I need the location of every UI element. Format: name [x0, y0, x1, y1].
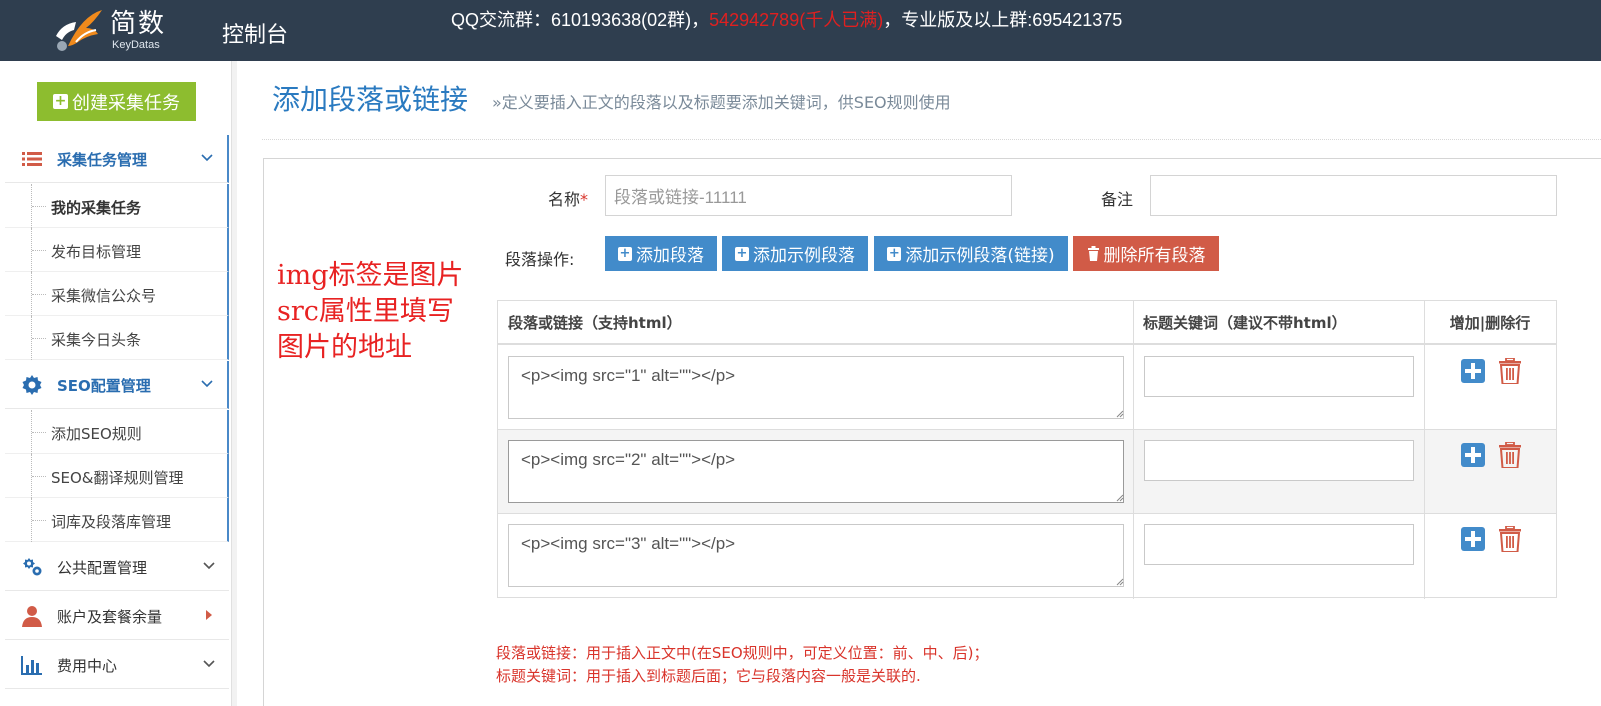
add-sample-link-label: 添加示例段落(链接) — [905, 246, 1055, 266]
delete-row-icon[interactable] — [1498, 526, 1522, 552]
list-icon — [22, 152, 42, 166]
sidebar-group-label: 费用中心 — [57, 657, 118, 675]
add-paragraph-label: 添加段落 — [636, 246, 704, 266]
sidebar-item-label: 发布目标管理 — [51, 243, 142, 261]
sidebar-item-seo-translate-rules[interactable]: SEO&翻译规则管理 — [5, 454, 229, 498]
paragraph-textarea[interactable]: <p><img src="2" alt=""></p> — [508, 440, 1124, 503]
resize-grip-icon[interactable] — [1115, 577, 1124, 586]
sidebar-item-my-tasks[interactable]: 我的采集任务 — [5, 184, 229, 228]
plus-square-icon: + — [735, 245, 749, 261]
sidebar-group-billing[interactable]: 费用中心 — [5, 641, 229, 689]
keyword-input[interactable] — [1144, 440, 1414, 481]
add-sample-link-button[interactable]: + 添加示例段落(链接) — [874, 236, 1068, 271]
keyword-input[interactable] — [1144, 524, 1414, 565]
sidebar-group-account[interactable]: 账户及套餐余量 — [5, 592, 229, 640]
plus-square-icon: + — [618, 245, 632, 261]
notice-text-1: QQ交流群：610193638(02群)， — [451, 10, 710, 30]
column-header-actions: 增加|删除行 — [1424, 301, 1556, 345]
sidebar-item-label: 词库及段落库管理 — [51, 513, 172, 531]
annotation-note: img标签是图片 src属性里填写 图片的地址 — [277, 258, 497, 366]
keydatas-logo[interactable]: 简数 KeyDatas — [52, 6, 192, 54]
logo-subtext: KeyDatas — [112, 39, 160, 51]
add-sample-paragraph-button[interactable]: + 添加示例段落 — [722, 236, 868, 271]
help-note-paragraph: 段落或链接：用于插入正文中(在SEO规则中，可定义位置：前、中、后)； — [496, 644, 989, 662]
caret-right-icon — [206, 610, 212, 620]
sidebar-item-label: 采集今日头条 — [51, 331, 142, 349]
sidebar-group-public-config[interactable]: 公共配置管理 — [5, 543, 229, 591]
sidebar-item-toutiao[interactable]: 采集今日头条 — [5, 316, 229, 360]
sidebar-scrollbar[interactable] — [231, 61, 237, 706]
plus-square-icon: + — [53, 93, 68, 109]
gears-icon — [23, 558, 42, 576]
paragraph-table: 段落或链接（支持html） 标题关键词（建议不带html） 增加|删除行 <p>… — [497, 300, 1557, 599]
delete-row-icon[interactable] — [1498, 442, 1522, 468]
table-row: <p><img src="2" alt=""></p> — [498, 430, 1556, 514]
bar-chart-icon — [21, 656, 42, 675]
trash-icon — [1087, 246, 1099, 261]
annotation-line: src属性里填写 — [277, 296, 454, 327]
table-row: <p><img src="3" alt=""></p> — [498, 514, 1556, 598]
name-label: 名称* — [548, 190, 589, 209]
qq-group-notice: QQ交流群：610193638(02群)，542942789(千人已满)，专业版… — [451, 6, 1122, 32]
delete-all-paragraphs-button[interactable]: 删除所有段落 — [1073, 236, 1219, 271]
sidebar-item-label: 添加SEO规则 — [51, 425, 142, 443]
add-row-icon[interactable] — [1461, 359, 1485, 383]
sidebar-item-lexicon-library[interactable]: 词库及段落库管理 — [5, 498, 229, 542]
notice-text-2: ，专业版及以上群:695421375 — [883, 10, 1123, 30]
table-row: <p><img src="1" alt=""></p> — [498, 346, 1556, 430]
sidebar-group-seo[interactable]: SEO配置管理 — [5, 361, 229, 409]
add-row-icon[interactable] — [1461, 443, 1485, 467]
create-task-button[interactable]: + 创建采集任务 — [37, 82, 196, 121]
page-subtitle: »定义要插入正文的段落以及标题要添加关键词，供SEO规则使用 — [492, 93, 951, 112]
paragraph-ops-label: 段落操作: — [505, 250, 575, 269]
annotation-line: 图片的地址 — [277, 332, 412, 363]
required-mark: * — [580, 190, 589, 209]
sidebar-item-label: 我的采集任务 — [51, 199, 142, 217]
sidebar-group-label: 账户及套餐余量 — [57, 608, 163, 626]
sidebar-item-publish-targets[interactable]: 发布目标管理 — [5, 228, 229, 272]
notice-text-full-group: 542942789(千人已满) — [709, 10, 884, 30]
top-navbar: 简数 KeyDatas 控制台 QQ交流群：610193638(02群)，542… — [0, 0, 1601, 61]
sidebar-group-label: 公共配置管理 — [57, 559, 148, 577]
paragraph-textarea[interactable]: <p><img src="1" alt=""></p> — [508, 356, 1124, 419]
sidebar-item-label: 采集微信公众号 — [51, 287, 157, 305]
column-header-keyword: 标题关键词（建议不带html） — [1133, 301, 1424, 345]
chevron-down-icon — [201, 380, 213, 388]
add-sample-label: 添加示例段落 — [753, 246, 855, 266]
sidebar-item-label: SEO&翻译规则管理 — [51, 469, 184, 487]
sidebar: + 创建采集任务 采集任务管理 我的采集任务 发布目标管理 采集微信公众号 采集… — [0, 61, 232, 706]
console-link[interactable]: 控制台 — [222, 17, 288, 49]
delete-all-label: 删除所有段落 — [1103, 246, 1206, 266]
resize-grip-icon[interactable] — [1115, 493, 1124, 502]
remark-label: 备注 — [1101, 190, 1134, 209]
annotation-line: img标签是图片 — [277, 260, 464, 291]
column-header-paragraph: 段落或链接（支持html） — [498, 301, 1133, 345]
keyword-input[interactable] — [1144, 356, 1414, 397]
sidebar-group-task-management[interactable]: 采集任务管理 — [5, 135, 229, 183]
name-input[interactable]: 段落或链接-11111 — [605, 175, 1012, 216]
resize-grip-icon[interactable] — [1115, 409, 1124, 418]
remark-input[interactable] — [1150, 175, 1557, 216]
gear-icon — [22, 375, 42, 395]
page-title: 添加段落或链接 — [272, 83, 469, 116]
sidebar-item-add-seo-rule[interactable]: 添加SEO规则 — [5, 410, 229, 454]
add-paragraph-button[interactable]: + 添加段落 — [605, 236, 717, 271]
paragraph-textarea[interactable]: <p><img src="3" alt=""></p> — [508, 524, 1124, 587]
chevron-down-icon — [203, 660, 215, 668]
sidebar-group-label: 采集任务管理 — [57, 151, 148, 169]
add-row-icon[interactable] — [1461, 527, 1485, 551]
help-note-keyword: 标题关键词：用于插入到标题后面；它与段落内容一般是关联的. — [496, 667, 921, 685]
sidebar-group-label: SEO配置管理 — [57, 377, 151, 395]
sidebar-item-wechat[interactable]: 采集微信公众号 — [5, 272, 229, 316]
plus-square-icon: + — [887, 245, 902, 261]
delete-row-icon[interactable] — [1498, 358, 1522, 384]
title-divider — [262, 139, 1601, 140]
logo-mark-icon — [56, 10, 102, 51]
logo-text: 简数 — [110, 9, 167, 39]
user-icon — [22, 606, 42, 627]
create-task-label: 创建采集任务 — [72, 92, 180, 114]
chevron-down-icon — [203, 562, 215, 570]
chevron-down-icon — [201, 154, 213, 162]
